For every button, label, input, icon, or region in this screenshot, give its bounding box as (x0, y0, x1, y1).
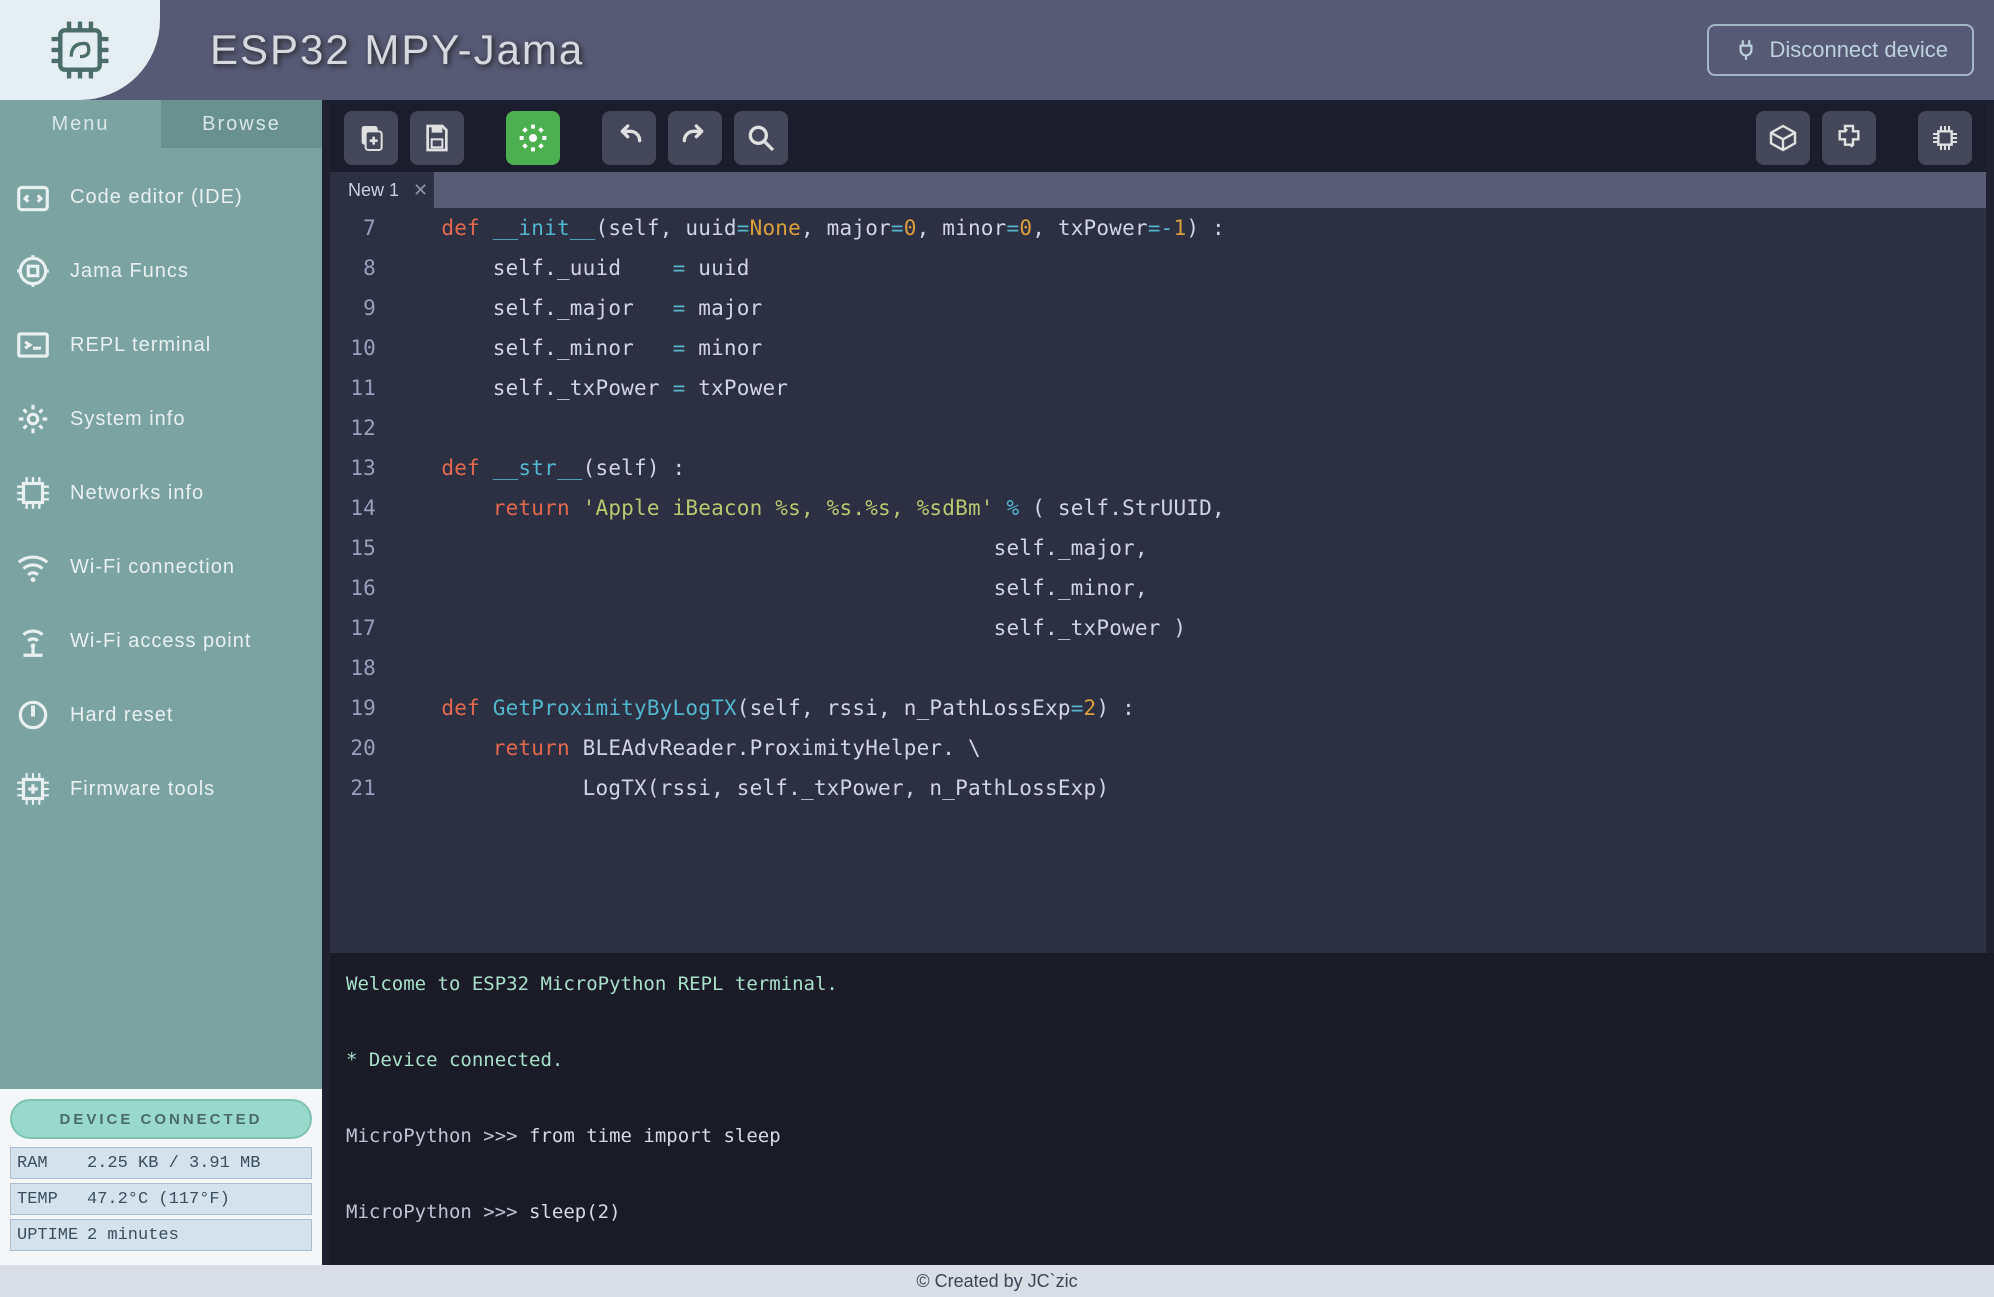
stat-ram: RAM2.25 KB / 3.91 MB (10, 1147, 312, 1179)
disconnect-device-button[interactable]: Disconnect device (1707, 24, 1974, 76)
sidebar-item-label: Wi-Fi access point (70, 630, 251, 653)
code-editor-icon (14, 178, 52, 216)
python-icon (1833, 122, 1865, 154)
sidebar-item-label: REPL terminal (70, 334, 211, 357)
file-tab-label: New 1 (348, 180, 399, 201)
editor-toolbar (330, 104, 1986, 172)
new-file-icon (355, 122, 387, 154)
sidebar-tab-menu[interactable]: Menu (0, 100, 161, 148)
stat-temp: TEMP47.2°C (117°F) (10, 1183, 312, 1215)
sidebar-tab-browse[interactable]: Browse (161, 100, 322, 148)
repl-blank (346, 1003, 1978, 1041)
sidebar-item-firmware[interactable]: Firmware tools (0, 752, 322, 826)
sidebar-item-label: Wi-Fi connection (70, 556, 235, 579)
wifi-conn-icon (14, 548, 52, 586)
repl-icon (14, 326, 52, 364)
app-logo-icon (45, 15, 115, 85)
sidebar-menu: Code editor (IDE) Jama Funcs REPL terminal… (0, 148, 322, 1089)
sidebar-item-label: Hard reset (70, 704, 173, 727)
logo-container (0, 0, 160, 100)
sidebar-item-label: System info (70, 408, 185, 431)
redo-icon (679, 122, 711, 154)
sidebar-item-code-editor[interactable]: Code editor (IDE) (0, 160, 322, 234)
gear-icon (517, 122, 549, 154)
save-icon (421, 122, 453, 154)
repl-line: MicroPython >>> from time import sleep (346, 1117, 1978, 1155)
repl-line (346, 1155, 1978, 1193)
status-panel: DEVICE CONNECTED RAM2.25 KB / 3.91 MB TE… (0, 1089, 322, 1265)
file-tab-bar: New 1 ✕ (330, 172, 1986, 208)
undo-button[interactable] (602, 111, 656, 165)
close-tab-button[interactable]: ✕ (413, 180, 428, 201)
hard-reset-icon (14, 696, 52, 734)
sidebar-item-repl[interactable]: REPL terminal (0, 308, 322, 382)
sidebar-tabs: Menu Browse (0, 100, 322, 148)
app-header: ESP32 MPY-Jama Disconnect device (0, 0, 1994, 100)
repl-line (346, 1231, 1978, 1265)
sidebar: Menu Browse Code editor (IDE) Jama Funcs R… (0, 100, 322, 1265)
sidebar-item-hard-reset[interactable]: Hard reset (0, 678, 322, 752)
search-button[interactable] (734, 111, 788, 165)
redo-button[interactable] (668, 111, 722, 165)
sidebar-item-label: Code editor (IDE) (70, 186, 243, 209)
chip-button[interactable] (1918, 111, 1972, 165)
sidebar-item-wifi-conn[interactable]: Wi-Fi connection (0, 530, 322, 604)
new-file-button[interactable] (344, 111, 398, 165)
plug-icon (1733, 37, 1759, 63)
undo-icon (613, 122, 645, 154)
repl-connected: * Device connected. (346, 1041, 1978, 1079)
repl-terminal[interactable]: Welcome to ESP32 MicroPython REPL termin… (330, 953, 1994, 1265)
disconnect-label: Disconnect device (1769, 37, 1948, 63)
package-button[interactable] (1756, 111, 1810, 165)
system-info-icon (14, 400, 52, 438)
save-button[interactable] (410, 111, 464, 165)
content-area: New 1 ✕ 789101112131415161718192021 def … (322, 100, 1994, 1265)
app-title: ESP32 MPY-Jama (210, 26, 584, 74)
chip-icon (1929, 122, 1961, 154)
device-connected-badge: DEVICE CONNECTED (10, 1099, 312, 1139)
sidebar-item-system-info[interactable]: System info (0, 382, 322, 456)
run-button[interactable] (506, 111, 560, 165)
python-button[interactable] (1822, 111, 1876, 165)
code-editor[interactable]: 789101112131415161718192021 def __init__… (330, 208, 1986, 953)
firmware-icon (14, 770, 52, 808)
wifi-ap-icon (14, 622, 52, 660)
repl-welcome: Welcome to ESP32 MicroPython REPL termin… (346, 965, 1978, 1003)
box-icon (1767, 122, 1799, 154)
jama-funcs-icon (14, 252, 52, 290)
sidebar-item-networks[interactable]: Networks info (0, 456, 322, 530)
repl-line: MicroPython >>> sleep(2) (346, 1193, 1978, 1231)
sidebar-item-jama-funcs[interactable]: Jama Funcs (0, 234, 322, 308)
sidebar-item-wifi-ap[interactable]: Wi-Fi access point (0, 604, 322, 678)
sidebar-item-label: Firmware tools (70, 778, 215, 801)
line-gutter: 789101112131415161718192021 (330, 208, 390, 953)
networks-icon (14, 474, 52, 512)
file-tab-new1[interactable]: New 1 ✕ (330, 172, 434, 208)
stat-uptime: UPTIME2 minutes (10, 1219, 312, 1251)
code-body[interactable]: def __init__(self, uuid=None, major=0, m… (390, 208, 1986, 953)
footer-credit: © Created by JC`zic (0, 1265, 1994, 1297)
sidebar-item-label: Networks info (70, 482, 204, 505)
repl-blank (346, 1079, 1978, 1117)
search-icon (745, 122, 777, 154)
sidebar-item-label: Jama Funcs (70, 260, 189, 283)
